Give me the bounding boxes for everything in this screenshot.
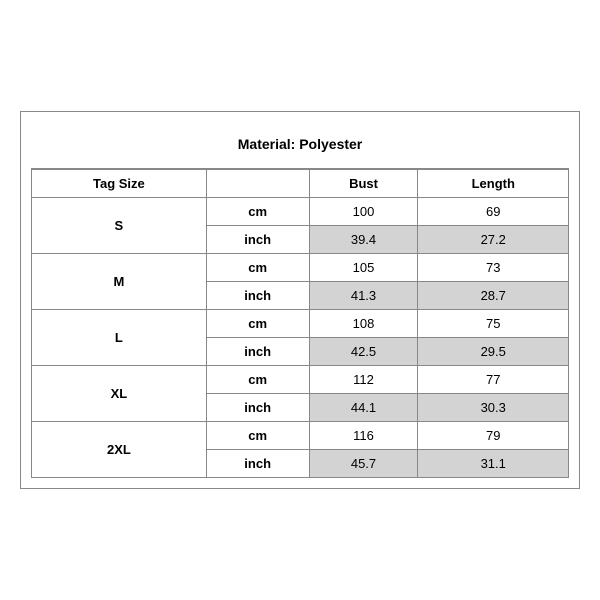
bust-cm-value: 105 — [309, 254, 418, 282]
size-chart-container: Material: Polyester Tag Size Bust Length… — [20, 111, 580, 489]
bust-cm-value: 108 — [309, 310, 418, 338]
bust-inch-value: 39.4 — [309, 226, 418, 254]
length-cm-value: 73 — [418, 254, 569, 282]
unit-inch: inch — [206, 226, 309, 254]
size-label: M — [32, 254, 207, 310]
unit-cm: cm — [206, 366, 309, 394]
size-label: L — [32, 310, 207, 366]
unit-cm: cm — [206, 254, 309, 282]
bust-inch-value: 45.7 — [309, 450, 418, 478]
length-cm-value: 77 — [418, 366, 569, 394]
col-length: Length — [418, 170, 569, 198]
length-inch-value: 27.2 — [418, 226, 569, 254]
table-row: Lcm10875 — [32, 310, 569, 338]
bust-inch-value: 42.5 — [309, 338, 418, 366]
bust-cm-value: 100 — [309, 198, 418, 226]
col-tag-size: Tag Size — [32, 170, 207, 198]
unit-inch: inch — [206, 338, 309, 366]
length-cm-value: 75 — [418, 310, 569, 338]
size-label: 2XL — [32, 422, 207, 478]
unit-cm: cm — [206, 310, 309, 338]
table-header-row: Tag Size Bust Length — [32, 170, 569, 198]
length-inch-value: 31.1 — [418, 450, 569, 478]
col-unit-header — [206, 170, 309, 198]
table-row: 2XLcm11679 — [32, 422, 569, 450]
bust-cm-value: 112 — [309, 366, 418, 394]
table-row: Mcm10573 — [32, 254, 569, 282]
chart-title: Material: Polyester — [31, 122, 569, 169]
unit-inch: inch — [206, 394, 309, 422]
table-row: XLcm11277 — [32, 366, 569, 394]
length-inch-value: 29.5 — [418, 338, 569, 366]
length-cm-value: 69 — [418, 198, 569, 226]
bust-inch-value: 44.1 — [309, 394, 418, 422]
size-label: XL — [32, 366, 207, 422]
length-inch-value: 30.3 — [418, 394, 569, 422]
col-bust: Bust — [309, 170, 418, 198]
size-label: S — [32, 198, 207, 254]
unit-inch: inch — [206, 450, 309, 478]
bust-inch-value: 41.3 — [309, 282, 418, 310]
size-table: Tag Size Bust Length Scm10069inch39.427.… — [31, 169, 569, 478]
table-row: Scm10069 — [32, 198, 569, 226]
length-inch-value: 28.7 — [418, 282, 569, 310]
bust-cm-value: 116 — [309, 422, 418, 450]
length-cm-value: 79 — [418, 422, 569, 450]
unit-cm: cm — [206, 198, 309, 226]
unit-inch: inch — [206, 282, 309, 310]
unit-cm: cm — [206, 422, 309, 450]
